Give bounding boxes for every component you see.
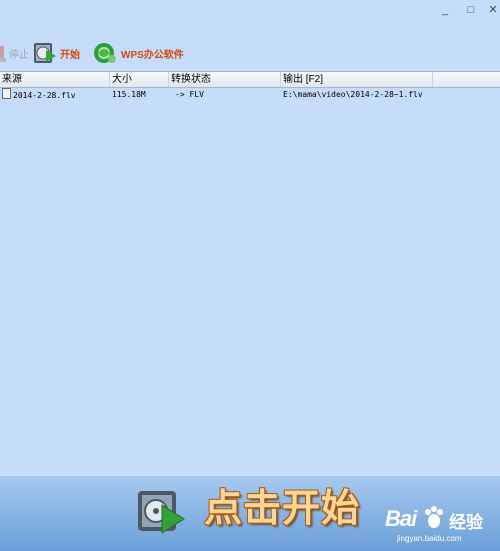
stop-icon <box>0 46 6 62</box>
baidu-watermark: Bai 经验 jingyan.baidu.com <box>377 502 495 548</box>
column-size[interactable]: 大小 <box>110 72 169 87</box>
close-button[interactable]: ✕ <box>486 4 500 16</box>
cell-source-text: 2014-2-28.flv <box>13 91 76 100</box>
start-button[interactable]: 开始 <box>33 40 80 66</box>
table-row[interactable]: 2014-2-28.flv 115.18M -> FLV E:\mama\vid… <box>0 88 500 101</box>
start-label: 开始 <box>60 49 80 61</box>
watermark-brand: Bai <box>385 506 417 531</box>
column-status[interactable]: 转换状态 <box>169 72 281 87</box>
file-icon <box>2 88 11 99</box>
cell-size: 115.18M <box>112 90 146 99</box>
big-start-label[interactable]: 点击开始 <box>204 484 360 534</box>
cell-source: 2014-2-28.flv <box>0 88 110 101</box>
cell-output: E:\mama\video\2014-2-28~1.flv <box>283 90 423 99</box>
minimize-button[interactable]: _ <box>438 4 452 16</box>
column-output[interactable]: 输出 [F2] <box>281 72 433 87</box>
cell-status: -> FLV <box>175 90 204 99</box>
title-bar: _ □ ✕ <box>0 0 500 22</box>
column-source[interactable]: 来源 <box>0 72 110 87</box>
film-start-icon <box>34 43 56 63</box>
stop-button[interactable]: 停止 <box>0 40 29 66</box>
big-start-icon[interactable] <box>136 485 186 537</box>
watermark-url: jingyan.baidu.com <box>397 534 462 543</box>
wps-button[interactable]: WPS办公软件 <box>92 40 184 66</box>
toolbar: 停止 开始 WPS办公软件 <box>0 38 500 68</box>
stop-label: 停止 <box>9 49 29 61</box>
wps-icon <box>94 43 116 63</box>
paw-icon <box>425 506 443 528</box>
column-filler <box>433 72 500 87</box>
file-list-header: 来源 大小 转换状态 输出 [F2] <box>0 71 500 88</box>
wps-label: WPS办公软件 <box>121 49 184 61</box>
watermark-cn: 经验 <box>449 513 483 532</box>
maximize-button[interactable]: □ <box>464 4 478 16</box>
